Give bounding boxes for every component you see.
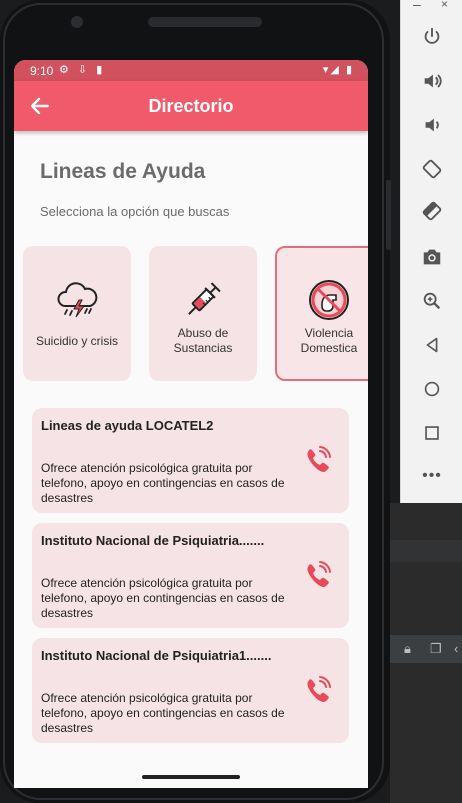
help-line-title: Instituto Nacional de Psiquiatria....... xyxy=(41,533,265,548)
more-options-button[interactable]: ••• xyxy=(417,467,447,487)
app-bar-title: Directorio xyxy=(148,96,234,116)
chevron-icon[interactable]: ‹ xyxy=(454,641,458,656)
page-title: Lineas de Ayuda xyxy=(40,160,206,183)
category-label: Violencia Domestica xyxy=(277,326,368,356)
help-line-title: Lineas de ayuda LOCATEL2 xyxy=(41,418,214,433)
help-line-card[interactable]: Lineas de ayuda LOCATEL2 Ofrece atención… xyxy=(32,408,349,513)
storm-cloud-icon xyxy=(53,276,101,324)
home-gesture-pill[interactable] xyxy=(142,775,240,779)
help-line-description: Ofrece atención psicológica gratuita por… xyxy=(41,691,285,735)
category-label-line1: Abuso de xyxy=(177,326,229,340)
front-camera xyxy=(71,16,83,28)
status-signal-battery-icons: ▾◢ ▮ xyxy=(322,64,354,76)
status-time: 9:10 xyxy=(30,64,54,78)
category-label: Suicidio y crisis xyxy=(35,334,119,348)
category-label: Abuso de Sustancias xyxy=(149,326,257,356)
category-card-suicidio[interactable]: Suicidio y crisis xyxy=(23,246,131,381)
category-card-abuso[interactable]: Abuso de Sustancias xyxy=(149,246,257,381)
ide-tab-bar xyxy=(390,540,462,562)
phone-call-icon[interactable] xyxy=(302,560,332,590)
category-label-line1: Violencia xyxy=(304,326,354,340)
ide-toolbar xyxy=(390,635,462,663)
help-line-description: Ofrece atención psicológica gratuita por… xyxy=(41,576,285,620)
rotate-left-icon[interactable] xyxy=(417,154,447,184)
earpiece-speaker xyxy=(148,17,262,27)
phone-call-icon[interactable] xyxy=(302,445,332,475)
stage: 🔒︎ ❐ ‹ – × ••• 9:10 ⚙ ⇩ ▮ ▾◢ ▮ Directori… xyxy=(0,0,462,803)
category-label-line2: Domestica xyxy=(300,341,358,355)
app-bar: Directorio xyxy=(14,81,368,131)
overview-icon[interactable] xyxy=(417,418,447,448)
power-icon[interactable] xyxy=(417,22,447,52)
lock-icon[interactable]: 🔒︎ xyxy=(404,641,411,657)
syringe-icon xyxy=(179,276,227,324)
close-button[interactable]: × xyxy=(441,0,448,11)
page-subtitle: Selecciona la opción que buscas xyxy=(40,204,230,219)
volume-up-icon[interactable] xyxy=(417,66,447,96)
gesture-nav-bar xyxy=(14,766,368,788)
copy-icon[interactable]: ❐ xyxy=(430,641,442,657)
help-line-card[interactable]: Instituto Nacional de Psiquiatria1......… xyxy=(32,638,349,743)
camera-icon[interactable] xyxy=(417,242,447,272)
no-violence-icon xyxy=(305,276,353,324)
side-button xyxy=(386,180,391,250)
help-line-card[interactable]: Instituto Nacional de Psiquiatria.......… xyxy=(32,523,349,628)
minimize-button[interactable]: – xyxy=(413,0,421,12)
emulator-toolbar: – × ••• xyxy=(400,0,462,503)
rotate-right-icon[interactable] xyxy=(417,196,447,226)
status-notification-icons: ⚙ ⇩ ▮ xyxy=(59,64,106,76)
category-label-line2: Sustancias xyxy=(173,341,233,355)
help-line-description: Ofrece atención psicológica gratuita por… xyxy=(41,461,285,505)
zoom-icon[interactable] xyxy=(417,286,447,316)
help-line-title: Instituto Nacional de Psiquiatria1......… xyxy=(41,648,272,663)
volume-down-icon[interactable] xyxy=(417,110,447,140)
phone-call-icon[interactable] xyxy=(302,675,332,705)
app-screen: 9:10 ⚙ ⇩ ▮ ▾◢ ▮ Directorio Lineas de Ayu… xyxy=(14,60,368,766)
status-bar: 9:10 ⚙ ⇩ ▮ ▾◢ ▮ xyxy=(14,60,368,81)
back-icon[interactable] xyxy=(417,330,447,360)
category-card-violencia[interactable]: Violencia Domestica xyxy=(275,246,368,381)
home-icon[interactable] xyxy=(417,374,447,404)
